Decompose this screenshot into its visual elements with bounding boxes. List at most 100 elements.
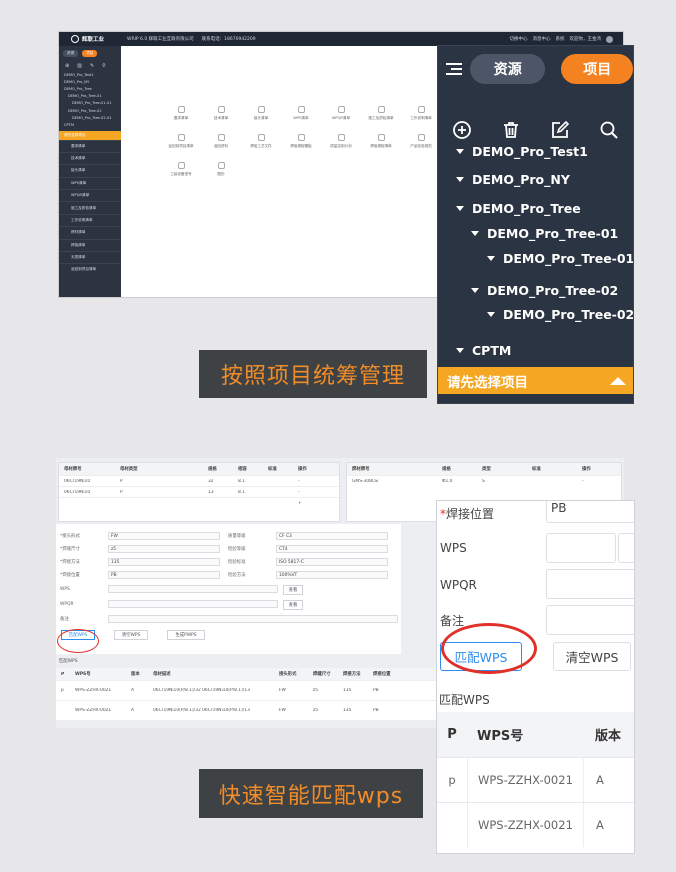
module-tile[interactable]: 产品检验规范: [401, 134, 441, 149]
module-tile[interactable]: 焊接规程模板: [281, 134, 321, 149]
table-row[interactable]: GMS-308LSi Φ1.0 S -: [347, 475, 621, 486]
generate-pwps-button[interactable]: 生成PWPS: [167, 630, 205, 640]
tree-item[interactable]: DEMO_Pro_Tree: [59, 85, 121, 92]
table-row[interactable]: 06Cr19Ni10 P 13 8.1 -: [59, 486, 339, 497]
expand-caret-icon[interactable]: [456, 206, 464, 211]
system-link[interactable]: 系统: [556, 36, 565, 42]
module-tile[interactable]: 焊接规程清单: [361, 134, 401, 149]
module-tile[interactable]: WPQR清单: [321, 106, 361, 121]
inspection-method-select[interactable]: 100%VT: [276, 571, 388, 579]
remark-input[interactable]: [108, 615, 398, 623]
collapse-arrow-icon[interactable]: [610, 376, 626, 385]
menu-item[interactable]: 返回到项目清单: [59, 263, 121, 275]
table-row[interactable]: p WPS-ZZHX-0021 A: [437, 757, 634, 802]
module-tile[interactable]: 施工及质检清单: [361, 106, 401, 121]
clear-wps-button-small[interactable]: 清空WPS: [114, 630, 148, 640]
wps-input[interactable]: [108, 585, 278, 593]
tree-item[interactable]: CPTM: [59, 121, 121, 128]
tree-item[interactable]: DEMO_Pro_Tree-01: [59, 93, 121, 100]
module-tile[interactable]: 图形: [201, 162, 241, 177]
message-center-link[interactable]: 消息中心: [533, 36, 551, 42]
position-select[interactable]: PB: [546, 501, 634, 523]
tree-item[interactable]: DEMO_Pro_Tree-01-01: [59, 100, 121, 107]
module-tile[interactable]: 返回资料: [201, 134, 241, 149]
menu-item[interactable]: 技术清单: [59, 151, 121, 164]
menu-item[interactable]: 焊材清单: [59, 226, 121, 238]
wpqr-input[interactable]: [546, 569, 634, 599]
tab-project-small[interactable]: 项目: [82, 50, 98, 57]
tree-item[interactable]: DEMO_Pro_Tree: [456, 201, 581, 216]
remark-input[interactable]: [546, 605, 634, 635]
module-tile[interactable]: 返回到项目清单: [161, 134, 201, 149]
tree-item[interactable]: CPTM: [456, 343, 511, 358]
expand-caret-icon[interactable]: [471, 231, 479, 236]
tree-item[interactable]: DEMO_Pro_Tree-01-01: [487, 251, 633, 266]
wps-input[interactable]: [546, 533, 616, 563]
wps-lookup-button[interactable]: 查看: [283, 585, 303, 595]
menu-toggle-icon[interactable]: [446, 63, 462, 75]
wpqr-lookup-button[interactable]: 查看: [283, 600, 303, 610]
clear-wps-button[interactable]: 清空WPS: [553, 642, 631, 671]
table-row[interactable]: WPS-ZZHX-0021 A: [437, 802, 634, 847]
switch-center-link[interactable]: 切换中心: [510, 36, 528, 42]
joint-type-select[interactable]: FW: [108, 532, 220, 540]
remove-row-button[interactable]: -: [293, 490, 323, 495]
search-icon[interactable]: ⚲: [102, 63, 106, 69]
menu-item[interactable]: WPS清单: [59, 176, 121, 189]
remove-row-button[interactable]: -: [577, 479, 617, 484]
menu-item[interactable]: 要求清单: [59, 139, 121, 152]
tab-resource-small[interactable]: 资源: [63, 50, 79, 57]
module-tile[interactable]: WPS清单: [281, 106, 321, 121]
menu-item[interactable]: WPQR清单: [59, 189, 121, 201]
tree-item[interactable]: DEMO_Pro_NY: [456, 172, 570, 187]
module-tile[interactable]: 焊接工艺文件: [241, 134, 281, 149]
tree-item[interactable]: DEMO_Pro_NY: [59, 78, 121, 85]
weld-size-select[interactable]: z5: [108, 545, 220, 553]
tree-item[interactable]: DEMO_Pro_Test1: [59, 71, 121, 78]
module-tile[interactable]: 要求清单: [161, 106, 201, 121]
add-icon[interactable]: [450, 118, 474, 142]
avatar[interactable]: [606, 35, 613, 43]
module-tile[interactable]: 技术清单: [201, 106, 241, 121]
module-tile[interactable]: 工作说明清单: [401, 106, 441, 121]
weld-position-select[interactable]: PB: [108, 571, 220, 579]
module-tile[interactable]: 工装设备型号: [161, 162, 201, 177]
wpqr-input[interactable]: [108, 600, 278, 608]
select-project-bar-small[interactable]: 请先选择项目: [59, 130, 121, 140]
module-tile[interactable]: 质量控制计划: [321, 134, 361, 149]
tree-item[interactable]: DEMO_Pro_Tree-02: [59, 107, 121, 114]
edit-icon[interactable]: [548, 118, 572, 142]
tab-resource[interactable]: 资源: [470, 54, 546, 84]
tree-item[interactable]: DEMO_Pro_Tree-02-01: [487, 307, 633, 322]
expand-caret-icon[interactable]: [456, 149, 464, 154]
add-icon[interactable]: ⊕: [65, 63, 69, 69]
remove-row-button[interactable]: -: [293, 479, 323, 484]
select-project-bar[interactable]: 请先选择项目: [438, 367, 633, 394]
tab-project[interactable]: 项目: [561, 54, 633, 84]
menu-item[interactable]: 接头清单: [59, 164, 121, 176]
expand-caret-icon[interactable]: [487, 256, 495, 261]
menu-item[interactable]: 施工及质检清单: [59, 201, 121, 213]
wps-lookup-button[interactable]: [618, 533, 634, 563]
table-row[interactable]: 06Cr19Ni10 P 32 8.1 -: [59, 475, 339, 486]
welcome-user[interactable]: 欢迎你，王金鸿: [570, 36, 602, 42]
menu-item[interactable]: 焊接清单: [59, 238, 121, 251]
inspection-grade-select[interactable]: CT4: [276, 545, 388, 553]
search-icon[interactable]: [597, 118, 621, 142]
expand-caret-icon[interactable]: [456, 348, 464, 353]
tree-item[interactable]: DEMO_Pro_Test1: [456, 144, 588, 159]
tree-item[interactable]: DEMO_Pro_Tree-01: [471, 226, 618, 241]
quality-level-select[interactable]: CF C3: [276, 532, 388, 540]
module-tile[interactable]: 接头清单: [241, 106, 281, 121]
add-row-button[interactable]: +: [293, 501, 323, 506]
edit-icon[interactable]: ✎: [90, 63, 94, 69]
menu-item[interactable]: 无损清单: [59, 250, 121, 263]
inspection-standard-select[interactable]: ISO 5817-C: [276, 558, 388, 566]
delete-icon[interactable]: [499, 118, 523, 142]
expand-caret-icon[interactable]: [471, 288, 479, 293]
delete-icon[interactable]: ▥: [77, 63, 82, 69]
weld-method-select[interactable]: 135: [108, 558, 220, 566]
tree-item[interactable]: DEMO_Pro_Tree-02: [471, 283, 618, 298]
tree-item[interactable]: DEMO_Pro_Tree-02-01: [59, 114, 121, 121]
expand-caret-icon[interactable]: [487, 312, 495, 317]
